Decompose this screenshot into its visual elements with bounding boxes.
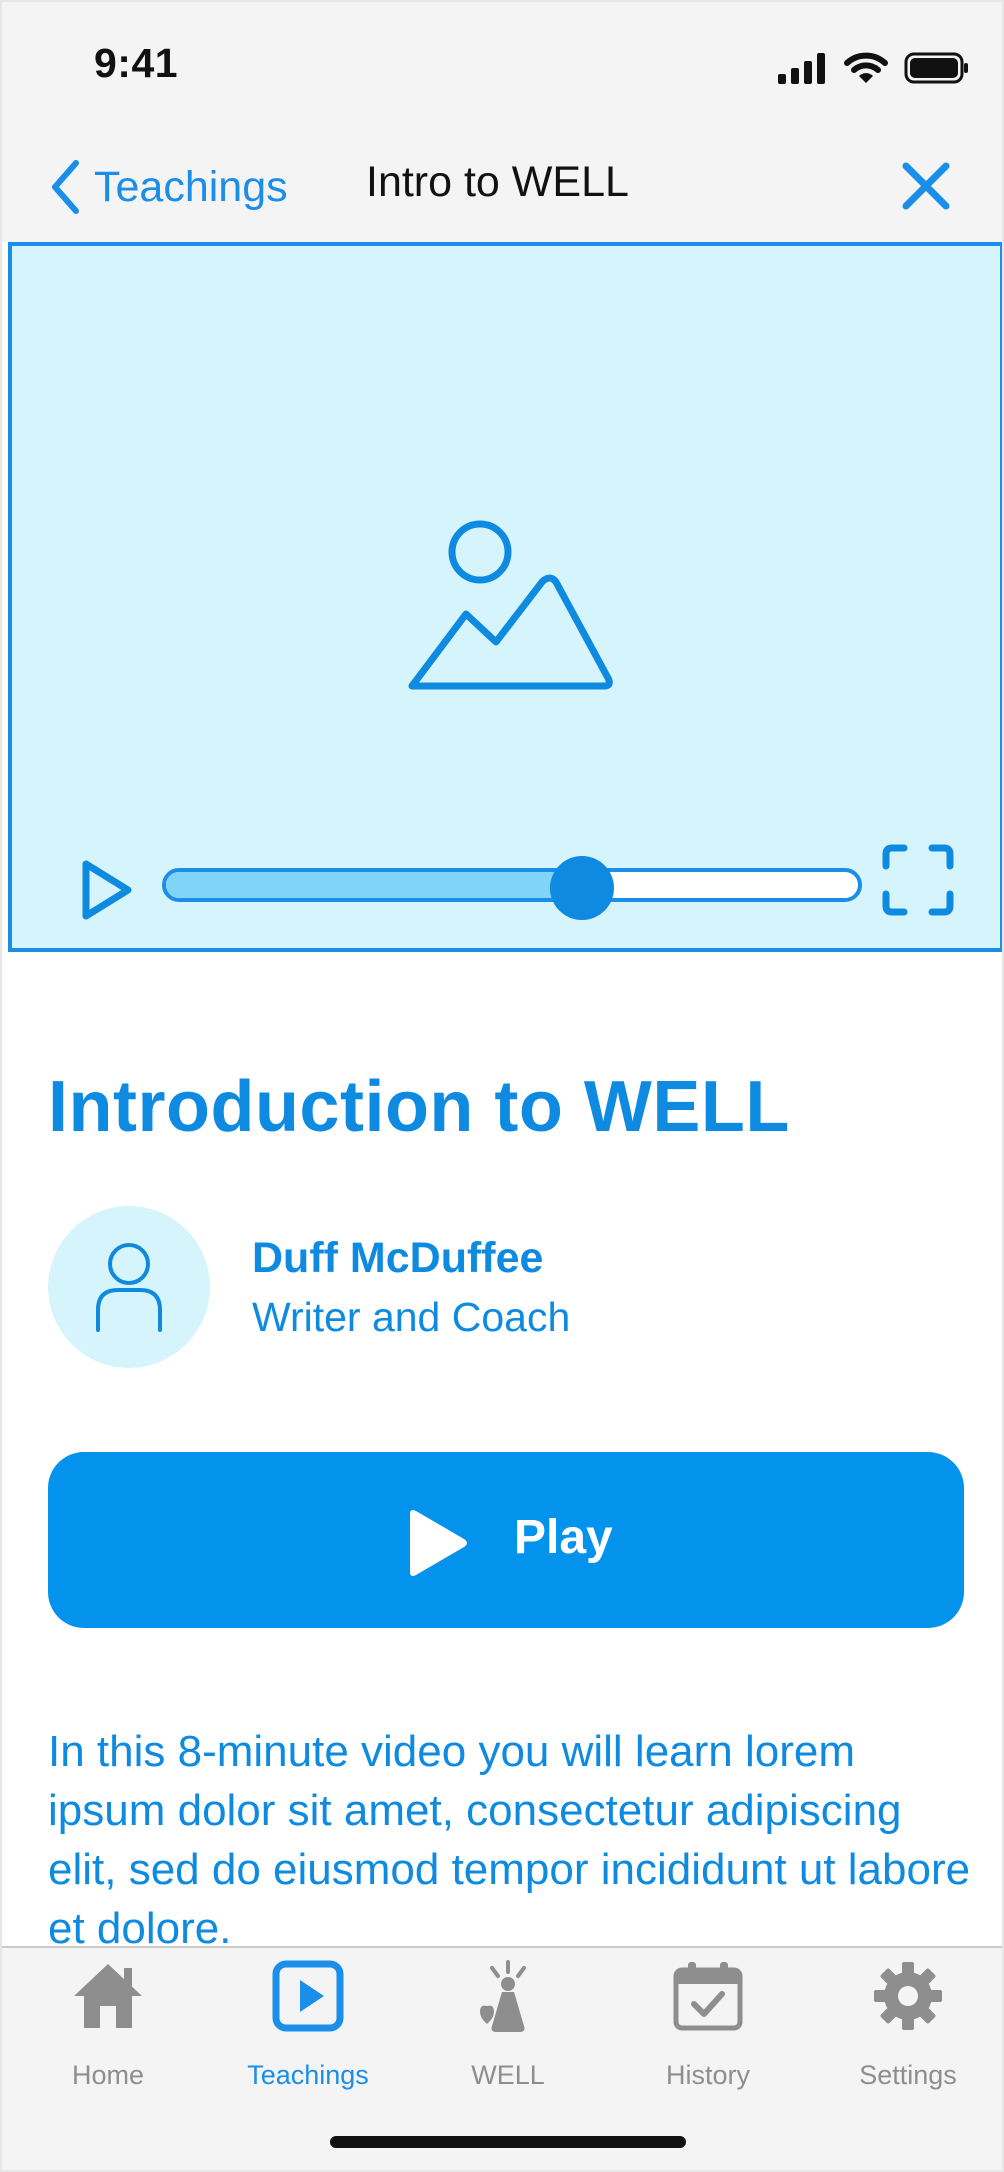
lesson-title: Introduction to WELL: [48, 1067, 790, 1147]
status-time: 9:41: [94, 40, 179, 86]
scrubber-handle[interactable]: [550, 856, 614, 920]
lesson-description: In this 8-minute video you will learn lo…: [48, 1727, 971, 1953]
tab-label-history: History: [665, 2060, 750, 2090]
tab-history[interactable]: History: [618, 1960, 798, 2090]
wifi-icon: [844, 52, 888, 83]
calendar-check-icon: [673, 1962, 743, 2031]
play-button-label: Play: [514, 1511, 613, 1564]
page-title: Intro to WELL: [366, 158, 629, 206]
close-button[interactable]: [898, 158, 954, 214]
fullscreen-icon: [882, 844, 954, 916]
person-icon: [96, 1243, 162, 1332]
tab-settings[interactable]: Settings: [818, 1960, 998, 2090]
play-icon: [410, 1510, 467, 1576]
home-icon: [74, 1964, 142, 2028]
author-avatar: [48, 1206, 210, 1368]
navigation-bar: Teachings Intro to WELL: [2, 132, 1002, 242]
video-player[interactable]: [8, 242, 1002, 952]
tab-label-settings: Settings: [859, 2060, 957, 2090]
tab-bar: Home Teachings WELL History Settings: [2, 1946, 1002, 2170]
chevron-left-icon: [52, 160, 79, 214]
battery-icon: [904, 52, 968, 84]
tab-label-well: WELL: [471, 2060, 545, 2090]
well-icon: [480, 1960, 526, 2032]
author-name: Duff McDuffee: [252, 1234, 544, 1282]
status-bar: 9:41: [2, 2, 1002, 132]
image-placeholder-icon: [408, 520, 613, 690]
tab-label-teachings: Teachings: [247, 2060, 369, 2090]
tab-teachings[interactable]: Teachings: [218, 1960, 398, 2090]
fullscreen-button[interactable]: [882, 844, 954, 916]
app-screen: 9:41 Teachings Intro to WELL Introductio…: [0, 0, 1004, 2172]
play-icon: [82, 860, 132, 920]
author-role: Writer and Coach: [252, 1294, 571, 1340]
video-play-button[interactable]: [78, 858, 134, 922]
cellular-signal-icon: [778, 53, 825, 84]
tab-label-home: Home: [71, 2060, 145, 2090]
back-button-label: Teachings: [94, 162, 288, 211]
tab-home[interactable]: Home: [18, 1960, 198, 2090]
tab-well[interactable]: WELL: [418, 1960, 598, 2090]
teachings-play-icon: [272, 1960, 344, 2032]
home-indicator: [330, 2136, 686, 2148]
play-button[interactable]: Play: [48, 1452, 964, 1628]
status-icons: [778, 48, 970, 88]
back-button[interactable]: Teachings: [50, 154, 288, 220]
close-icon: [902, 162, 950, 210]
scrubber-progress: [166, 872, 582, 898]
video-scrubber[interactable]: [162, 868, 862, 902]
gear-icon: [874, 1962, 942, 2030]
